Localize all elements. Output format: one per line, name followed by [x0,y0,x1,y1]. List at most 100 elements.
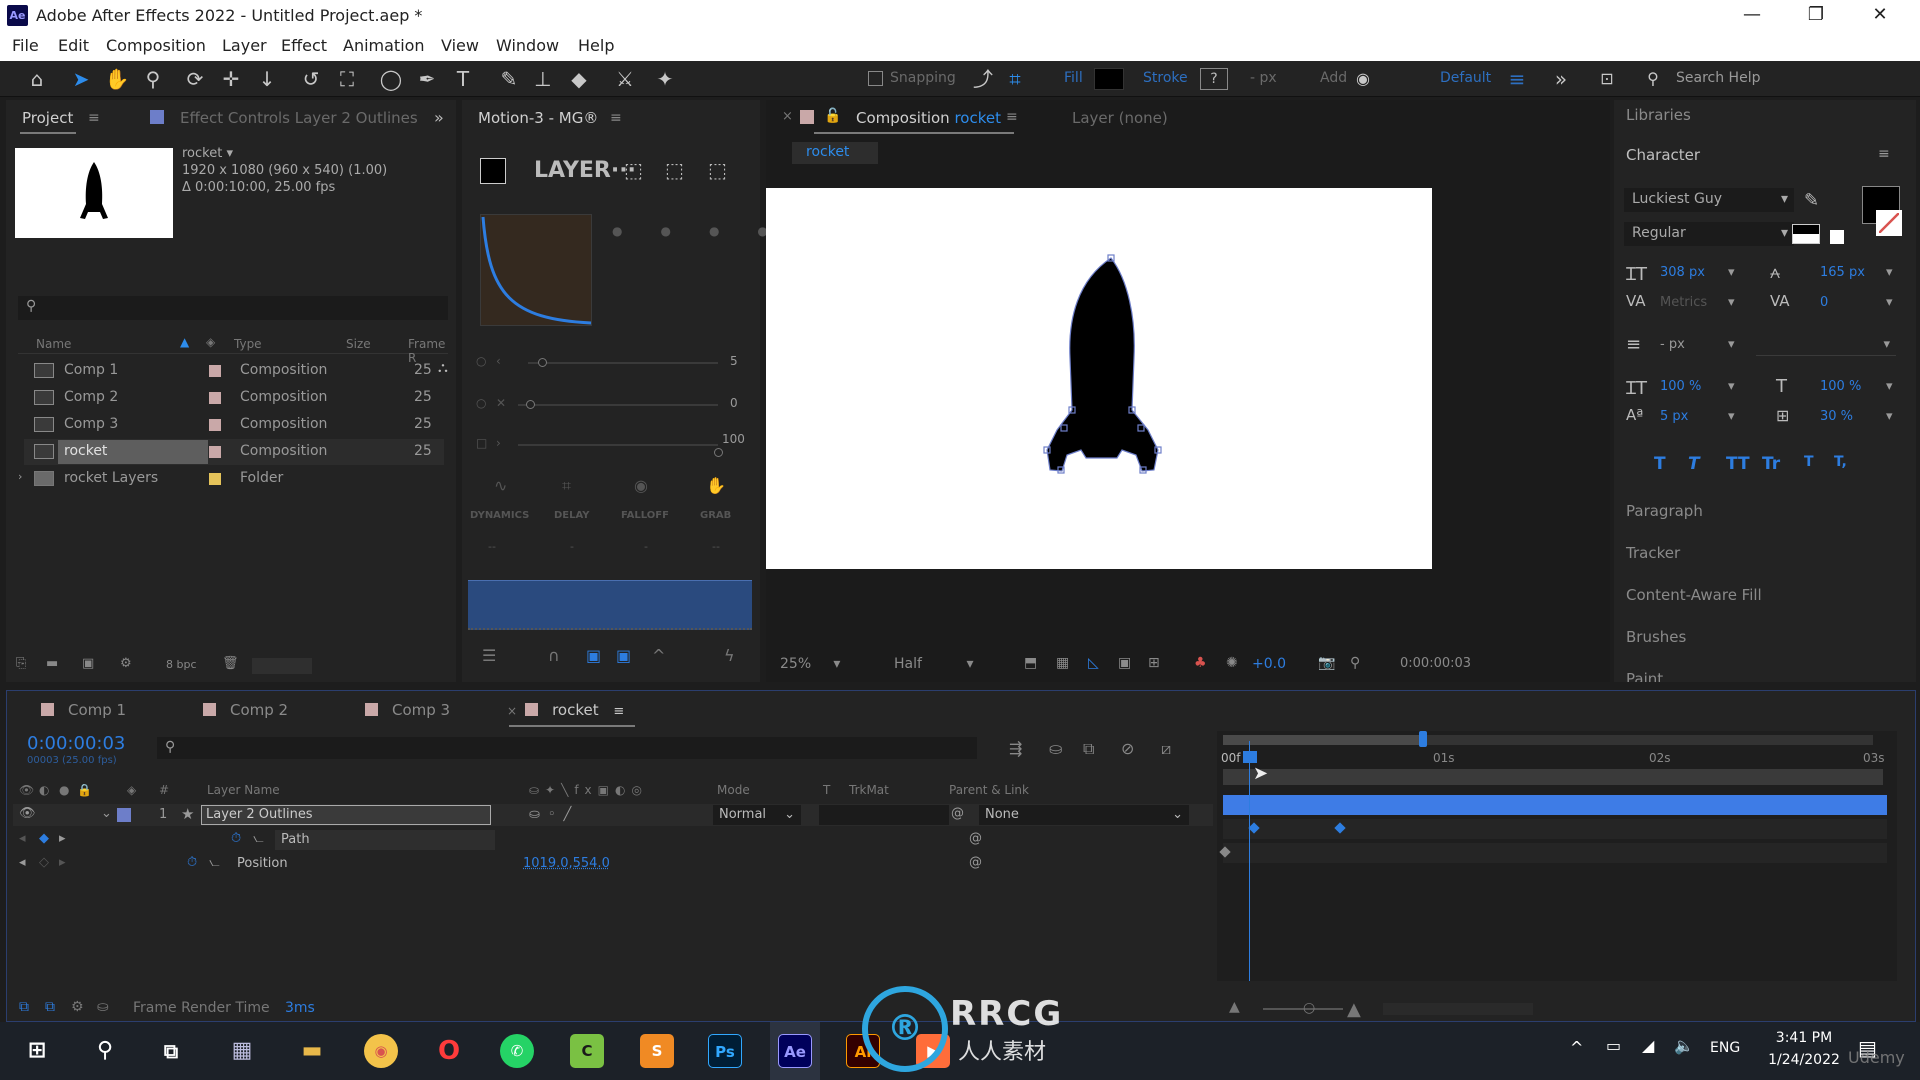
zoom-tool-icon[interactable]: ⚲ [140,66,166,92]
add-keyframe-icon[interactable]: ◇ [39,855,49,870]
pick-whip-icon[interactable]: @ [951,806,964,821]
composition-canvas[interactable] [766,188,1432,569]
sort-up-icon[interactable]: ▲ [180,335,189,349]
frame-blending-icon[interactable]: ⊘ [1121,739,1134,758]
leading-value[interactable]: 165 px [1820,265,1865,280]
ease-presets-grid[interactable]: ●●●●●●●●●●●● [612,216,1156,326]
stopwatch-icon[interactable]: ⏱ [187,855,197,870]
stroke-label[interactable]: Stroke [1143,70,1188,86]
checkbox-icon[interactable]: □ [476,436,487,450]
opera-icon[interactable]: O [432,1034,466,1068]
project-search-input[interactable]: ⚲ [18,296,448,320]
language-indicator[interactable]: ENG [1710,1040,1740,1056]
playhead-line[interactable] [1249,741,1250,981]
tab-motion[interactable]: Motion-3 - MG® [478,109,598,127]
eraser-tool-icon[interactable]: ◆ [566,66,592,92]
toggle-switches-icon[interactable]: ⧉ [19,999,29,1015]
time-graph[interactable]: 00f 01s 02s 03s ➤ [1217,731,1897,981]
tab-composition[interactable]: Composition rocket [856,109,1001,127]
show-snapshot-icon[interactable]: ⚲ [1350,655,1360,671]
paragraph-header[interactable]: Paragraph [1626,502,1703,520]
toggle-in-out-icon[interactable]: ⚙ [71,999,84,1015]
draft-3d-icon[interactable]: ⛀ [1049,739,1062,758]
content-aware-fill-header[interactable]: Content-Aware Fill [1626,586,1762,604]
brushes-header[interactable]: Brushes [1626,628,1686,646]
tab-effect-controls[interactable]: Effect Controls Layer 2 Outlines [180,109,418,127]
add-keyframe-icon[interactable]: ◆ [39,831,49,846]
radio-icon[interactable]: ○ [476,354,486,368]
chevron-up-icon[interactable]: ^ [652,646,665,665]
photoshop-icon[interactable]: Ps [708,1034,742,1068]
next-keyframe-icon[interactable]: ▸ [59,855,66,870]
file-explorer-icon[interactable]: ▬ [295,1034,329,1068]
chevron-down-icon[interactable]: ▾ [1728,379,1735,394]
home-icon[interactable]: ⌂ [24,66,50,92]
graph-icon[interactable]: ⦦ [253,831,264,846]
expand-workspaces-icon[interactable]: » [1548,66,1574,92]
frame-icon[interactable]: ▣ [586,646,601,665]
panel-menu-icon[interactable]: ≡ [1878,146,1890,162]
volume-icon[interactable]: 🔈 [1674,1036,1694,1055]
vertical-scale-value[interactable]: 100 % [1660,379,1701,394]
project-item[interactable]: › rocket Layers Folder [18,466,444,492]
slider-handle[interactable] [714,448,723,457]
ellipse-tool-icon[interactable]: ◯ [378,66,404,92]
tab-project[interactable]: Project [22,109,73,127]
stroke-width-value[interactable]: - px [1660,337,1685,352]
motion-timeline-strip[interactable] [468,580,752,630]
snap-grid-icon[interactable]: ⌗ [1002,66,1028,92]
orbit-tool-icon[interactable]: ⟳ [182,66,208,92]
position-value[interactable]: 1019.0,554.0 [523,856,610,871]
render-time-icon[interactable]: ⛀ [97,999,109,1015]
panel-menu-icon[interactable]: ≡ [610,110,622,126]
layer-search-input[interactable]: ⚲ [157,737,977,759]
project-item[interactable]: Comp 3 Composition 25 [24,412,444,438]
selected-item-name[interactable]: rocket ▾ [182,146,233,161]
eyedropper-icon[interactable]: ✎ [1804,190,1819,211]
font-family-dropdown[interactable]: Luckiest Guy ▾ [1624,188,1794,212]
col-parent[interactable]: Parent & Link [949,783,1029,797]
workspace-label[interactable]: Default [1440,70,1491,86]
lightning-icon[interactable]: ϟ [724,646,735,665]
show-hidden-icons[interactable]: ^ [1570,1038,1583,1057]
maximize-button[interactable]: ❐ [1794,2,1838,28]
pick-whip-icon[interactable]: @ [969,831,982,846]
delay-icon[interactable]: ⌗ [562,476,571,496]
pan-tool-icon[interactable]: ✛ [218,66,244,92]
menu-layer[interactable]: Layer [222,36,267,55]
timeline-scrollbar[interactable] [1383,1003,1533,1015]
label-tag-icon[interactable]: ◈ [206,335,215,349]
chevron-down-icon[interactable]: ▾ [1886,379,1893,394]
tab-rocket[interactable]: × rocket ≡ [507,701,624,719]
white-swatch[interactable] [1830,230,1844,244]
grab-icon[interactable]: ✋ [706,476,726,495]
expand-arrow-icon[interactable]: › [18,470,22,483]
network-icon[interactable]: ◢ [1642,1036,1654,1055]
chevron-down-icon[interactable]: ▾ [1886,409,1893,424]
add-icon[interactable]: ◉ [1350,66,1376,92]
horizontal-scale-value[interactable]: 100 % [1820,379,1861,394]
zoom-in-icon[interactable]: ▲ [1347,999,1361,1020]
stroke-color-swatch[interactable] [1876,210,1902,236]
color-swatch[interactable] [480,158,506,184]
expand-icon[interactable]: ⬚ [665,158,684,182]
close-tab-icon[interactable]: × [782,109,793,124]
superscript-button[interactable]: T [1804,454,1814,470]
project-item[interactable]: rocket Composition 25 [24,439,444,465]
comp-flowchart-icon[interactable]: ⇶ [1009,739,1022,758]
menu-animation[interactable]: Animation [343,36,425,55]
workspace-menu-icon[interactable]: ≡ [1504,66,1530,92]
chrome-icon[interactable]: ◉ [364,1034,398,1068]
prev-keyframe-icon[interactable]: ◂ [19,831,26,846]
brush-tool-icon[interactable]: ✎ [496,66,522,92]
menu-help[interactable]: Help [578,36,614,55]
clock-time[interactable]: 3:41 PM [1764,1030,1844,1046]
hand-tool-icon[interactable]: ✋ [104,66,130,92]
work-area-range[interactable] [1223,735,1423,745]
col-layer-name[interactable]: Layer Name [207,783,280,797]
slider-track[interactable] [518,404,718,406]
dolly-tool-icon[interactable]: ↓ [254,66,280,92]
col-mode[interactable]: Mode [717,783,750,797]
trash-icon[interactable]: 🗑 [222,656,239,671]
slider-track[interactable] [528,362,718,364]
